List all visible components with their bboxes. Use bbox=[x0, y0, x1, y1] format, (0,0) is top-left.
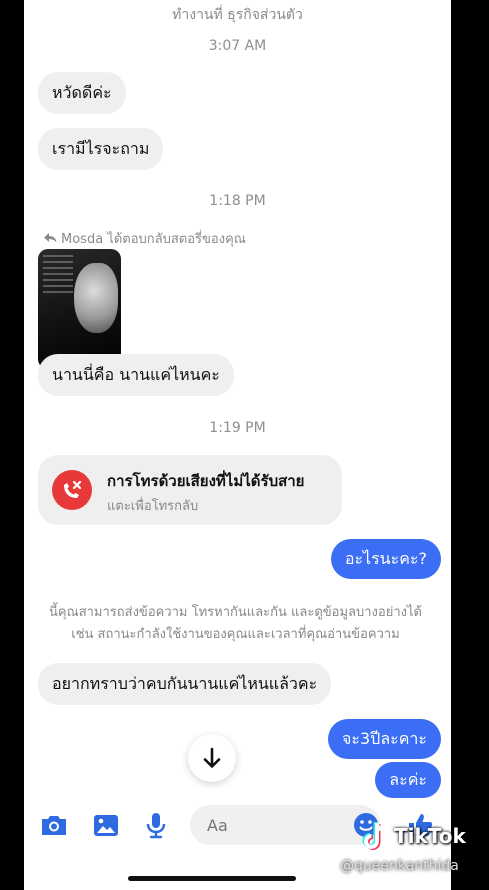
missed-call-title: การโทรด้วยเสียงที่ไม่ได้รับสาย bbox=[107, 472, 305, 490]
profile-subtitle: ทำงานที่ ธุรกิจส่วนตัว bbox=[172, 7, 303, 23]
story-thumbnail[interactable] bbox=[38, 249, 121, 369]
outgoing-message[interactable]: จะ3ปีละคาะ bbox=[328, 719, 441, 759]
privacy-notice-line: เช่น สถานะกำลังใช้งานของคุณและเวลาที่คุณ… bbox=[71, 627, 400, 642]
tiktok-username: @queenkanthida bbox=[340, 858, 459, 874]
timestamp: 3:07 AM bbox=[208, 38, 267, 54]
outgoing-message[interactable]: อะไรนะคะ? bbox=[330, 539, 441, 579]
timestamp: 1:19 PM bbox=[209, 420, 266, 436]
incoming-message[interactable]: เรามีไรจะถาม bbox=[38, 128, 164, 170]
call-back-hint: แตะเพื่อโทรกลับ bbox=[107, 499, 199, 514]
missed-call-icon bbox=[52, 470, 92, 510]
missed-call-card[interactable]: การโทรด้วยเสียงที่ไม่ได้รับสาย แตะเพื่อโ… bbox=[38, 455, 342, 525]
home-indicator bbox=[128, 876, 296, 881]
microphone-icon[interactable] bbox=[140, 809, 172, 841]
story-reply-note: Mosda ได้ตอบกลับสตอรี่ของคุณ bbox=[44, 228, 246, 249]
gallery-icon[interactable] bbox=[90, 809, 122, 841]
chat-screen: ทำงานที่ ธุรกิจส่วนตัว 3:07 AM หวัดดีค่ะ… bbox=[24, 0, 451, 890]
camera-icon[interactable] bbox=[38, 809, 70, 841]
scroll-down-icon bbox=[188, 747, 236, 786]
outgoing-message[interactable]: ละค่ะ bbox=[375, 762, 441, 798]
tiktok-logo-icon bbox=[360, 820, 390, 852]
privacy-notice: นี้คุณสามารถส่งข้อความ โทรหากันและกัน แล… bbox=[24, 602, 447, 646]
story-person-image bbox=[74, 263, 118, 333]
privacy-notice-line: นี้คุณสามารถส่งข้อความ โทรหากันและกัน แล… bbox=[49, 605, 422, 620]
timestamp: 1:18 PM bbox=[209, 193, 266, 209]
story-caption-lines bbox=[43, 255, 73, 295]
incoming-message[interactable]: หวัดดีค่ะ bbox=[38, 72, 126, 114]
tiktok-brand: TikTok bbox=[394, 824, 466, 848]
reply-arrow-icon bbox=[44, 232, 57, 247]
story-reply-label: Mosda ได้ตอบกลับสตอรี่ของคุณ bbox=[61, 232, 246, 247]
incoming-message[interactable]: นานนี่คือ นานแค่ไหนคะ bbox=[38, 354, 234, 396]
incoming-message[interactable]: อยากทราบว่าคบกันนานแค่ไหนแล้วคะ bbox=[38, 663, 332, 705]
scroll-down-button[interactable] bbox=[188, 734, 236, 782]
